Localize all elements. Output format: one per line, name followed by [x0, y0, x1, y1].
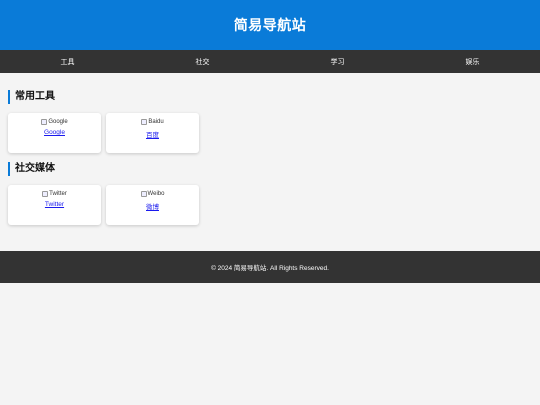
broken-image-icon [41, 118, 48, 125]
baidu-logo-image: Baidu [141, 117, 164, 126]
broken-image-icon [42, 190, 49, 197]
broken-image-icon [141, 118, 148, 125]
main-nav: 工具 社交 学习 娱乐 [0, 50, 540, 73]
site-title: 简易导航站 [233, 17, 307, 33]
section-title: 社交媒体 [8, 162, 532, 176]
image-alt-text: Baidu [148, 118, 164, 125]
image-alt-text: Google [48, 118, 68, 125]
card-baidu[interactable]: Baidu 百度 [106, 113, 199, 153]
card-list: Google Google Baidu 百度 [8, 113, 532, 153]
google-link[interactable]: Google [44, 129, 65, 136]
twitter-link[interactable]: Twitter [45, 201, 64, 208]
baidu-link[interactable]: 百度 [146, 129, 159, 139]
image-alt-text: Weibo [147, 190, 165, 197]
card-weibo[interactable]: Weibo 微博 [106, 185, 199, 225]
nav-item-social[interactable]: 社交 [135, 57, 270, 67]
twitter-logo-image: Twitter [42, 189, 67, 198]
nav-item-tools[interactable]: 工具 [0, 57, 135, 67]
section-social-media: 社交媒体 Twitter Twitter Weibo 微博 [8, 162, 532, 225]
site-header: 简易导航站 [0, 0, 540, 50]
weibo-logo-image: Weibo [140, 189, 165, 198]
section-title: 常用工具 [8, 90, 532, 104]
image-alt-text: Twitter [49, 190, 67, 197]
broken-image-icon [140, 190, 147, 197]
nav-item-learning[interactable]: 学习 [270, 57, 405, 67]
card-twitter[interactable]: Twitter Twitter [8, 185, 101, 225]
section-common-tools: 常用工具 Google Google Baidu 百度 [8, 90, 532, 153]
card-google[interactable]: Google Google [8, 113, 101, 153]
nav-item-entertainment[interactable]: 娱乐 [405, 57, 540, 67]
site-footer: © 2024 简易导航站. All Rights Reserved. [0, 251, 540, 283]
main-content: 常用工具 Google Google Baidu 百度 社交媒体 Twitter… [0, 73, 540, 225]
card-list: Twitter Twitter Weibo 微博 [8, 185, 532, 225]
google-logo-image: Google [41, 117, 68, 126]
weibo-link[interactable]: 微博 [146, 201, 159, 211]
copyright-text: © 2024 简易导航站. All Rights Reserved. [211, 265, 329, 272]
